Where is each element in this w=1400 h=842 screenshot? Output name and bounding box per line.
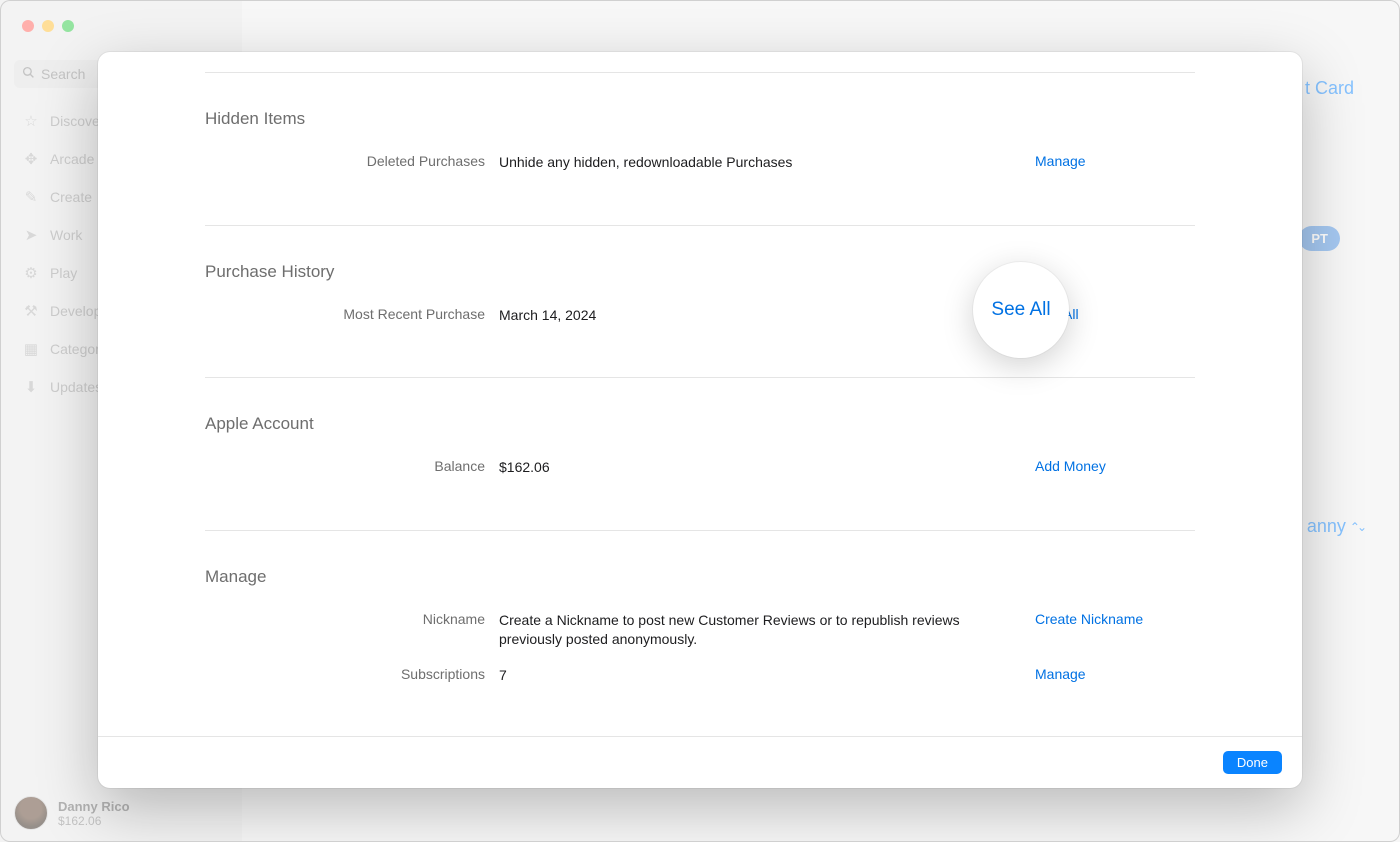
row-deleted-purchases: Deleted Purchases Unhide any hidden, red… bbox=[205, 153, 1195, 189]
row-label: Balance bbox=[205, 458, 499, 474]
divider bbox=[205, 530, 1195, 531]
see-all-highlight-text: See All bbox=[991, 299, 1050, 321]
row-value: Create a Nickname to post new Customer R… bbox=[499, 611, 1035, 650]
row-label: Nickname bbox=[205, 611, 499, 627]
create-nickname-link[interactable]: Create Nickname bbox=[1035, 611, 1143, 627]
modal-footer: Done bbox=[98, 736, 1302, 788]
section-manage: Manage Nickname Create a Nickname to pos… bbox=[205, 559, 1195, 736]
section-hidden-items: Hidden Items Deleted Purchases Unhide an… bbox=[205, 101, 1195, 225]
divider bbox=[205, 72, 1195, 73]
section-apple-account: Apple Account Balance $162.06 Add Money bbox=[205, 406, 1195, 530]
row-balance: Balance $162.06 Add Money bbox=[205, 458, 1195, 494]
divider bbox=[205, 377, 1195, 378]
row-nickname: Nickname Create a Nickname to post new C… bbox=[205, 611, 1195, 666]
row-value: Unhide any hidden, redownloadable Purcha… bbox=[499, 153, 1035, 173]
row-value: March 14, 2024 bbox=[499, 306, 1035, 326]
row-label: Deleted Purchases bbox=[205, 153, 499, 169]
done-button[interactable]: Done bbox=[1223, 751, 1282, 774]
highlight-lens: See All bbox=[973, 262, 1069, 358]
add-money-link[interactable]: Add Money bbox=[1035, 458, 1106, 474]
section-title: Manage bbox=[205, 567, 1195, 587]
section-title: Hidden Items bbox=[205, 109, 1195, 129]
section-title: Apple Account bbox=[205, 414, 1195, 434]
row-label: Subscriptions bbox=[205, 666, 499, 682]
manage-hidden-purchases-link[interactable]: Manage bbox=[1035, 153, 1086, 169]
manage-subscriptions-link[interactable]: Manage bbox=[1035, 666, 1086, 682]
divider bbox=[205, 225, 1195, 226]
row-subscriptions: Subscriptions 7 Manage bbox=[205, 666, 1195, 702]
row-value: 7 bbox=[499, 666, 1035, 686]
row-label: Most Recent Purchase bbox=[205, 306, 499, 322]
row-value: $162.06 bbox=[499, 458, 1035, 478]
account-settings-modal: Hidden Items Deleted Purchases Unhide an… bbox=[98, 52, 1302, 788]
